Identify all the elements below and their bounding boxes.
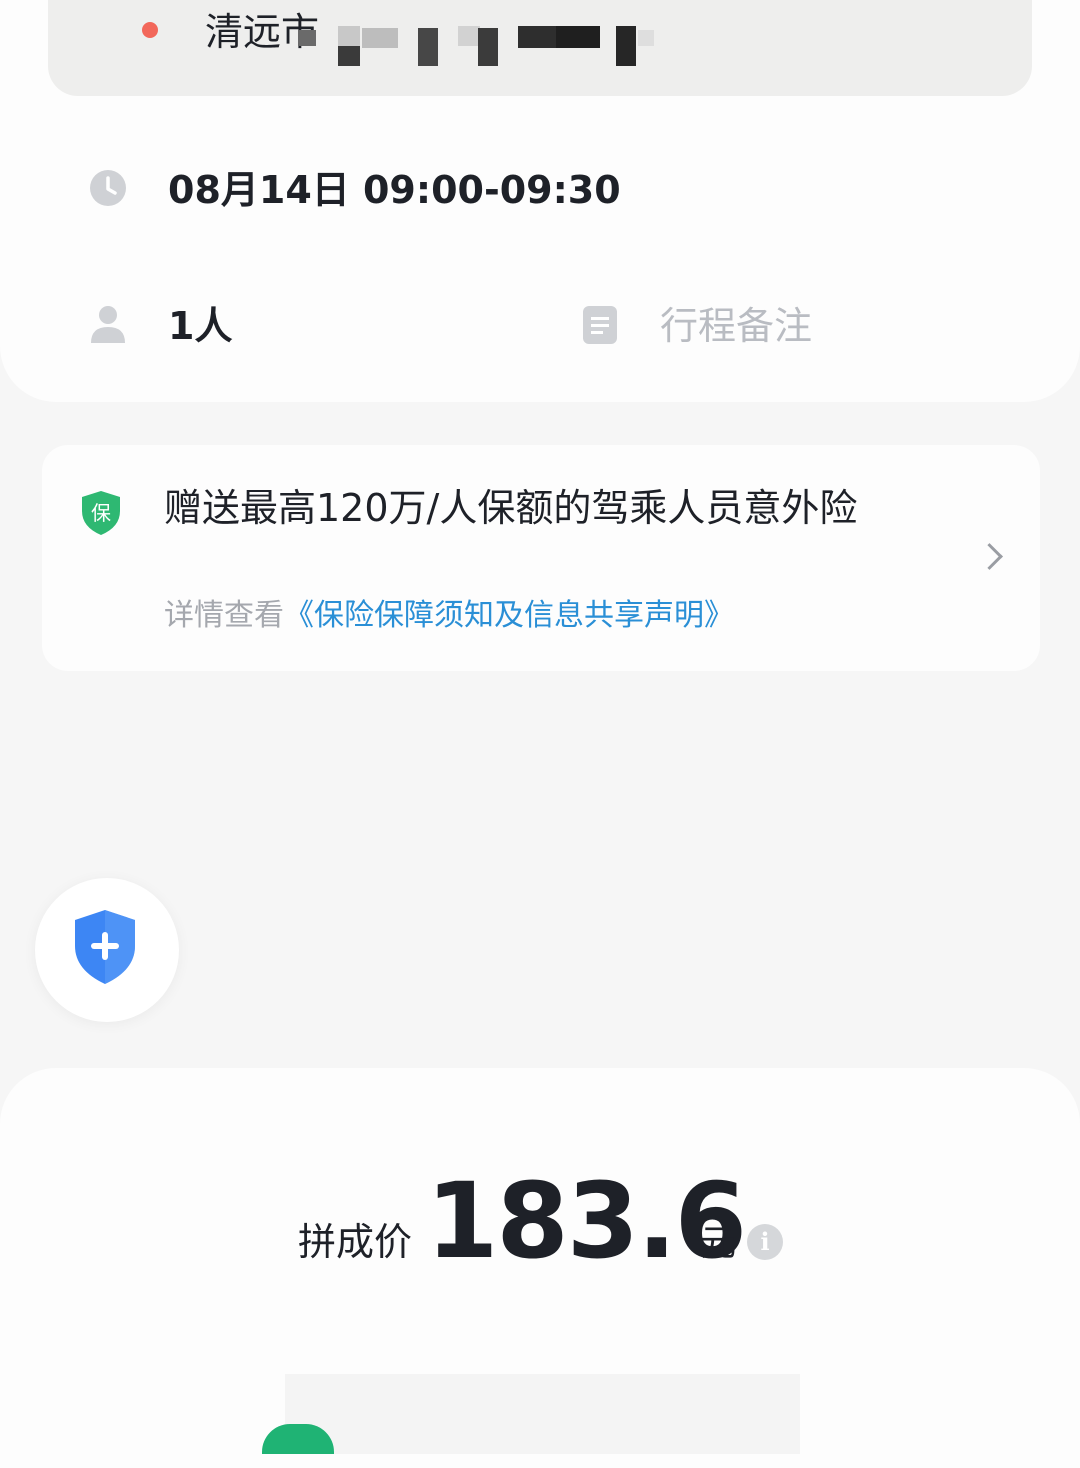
- chevron-right-icon[interactable]: [976, 543, 1003, 570]
- svg-text:保: 保: [91, 501, 111, 525]
- passenger-count[interactable]: 1人: [168, 300, 232, 352]
- insurance-title: 赠送最高120万/人保额的驾乘人员意外险: [164, 486, 858, 530]
- shield-badge-icon: 保: [80, 489, 122, 541]
- person-icon: [89, 304, 127, 348]
- clock-icon: [89, 169, 127, 211]
- safety-center-button[interactable]: [35, 878, 179, 1022]
- destination-dot: [142, 22, 158, 38]
- price-label: 拼成价: [298, 1220, 413, 1264]
- destination-field[interactable]: 清远市: [48, 0, 1032, 96]
- trip-note-input[interactable]: 行程备注: [660, 300, 812, 352]
- insurance-card[interactable]: 保 赠送最高120万/人保额的驾乘人员意外险 详情查看《保险保障须知及信息共享声…: [42, 445, 1040, 671]
- price-value: 183.6: [426, 1160, 747, 1282]
- shield-plus-icon: [72, 908, 138, 990]
- insurance-subtitle-prefix: 详情查看: [164, 598, 284, 633]
- departure-time[interactable]: 08月14日 09:00-09:30: [168, 164, 621, 216]
- price-summary: 拼成价 183.6 元 i: [0, 1166, 1080, 1276]
- price-card: 拼成价 183.6 元 i: [0, 1068, 1080, 1468]
- price-unit: 元: [700, 1223, 737, 1264]
- trip-card: 清远市 08月14日 09:00-09:30 1人 行程备注: [0, 0, 1080, 402]
- price-detail-strip: [285, 1374, 800, 1454]
- note-icon: [582, 305, 618, 349]
- info-icon[interactable]: i: [747, 1224, 783, 1260]
- insurance-subtitle: 详情查看《保险保障须知及信息共享声明》: [164, 595, 734, 637]
- insurance-terms-link[interactable]: 《保险保障须知及信息共享声明》: [284, 598, 734, 633]
